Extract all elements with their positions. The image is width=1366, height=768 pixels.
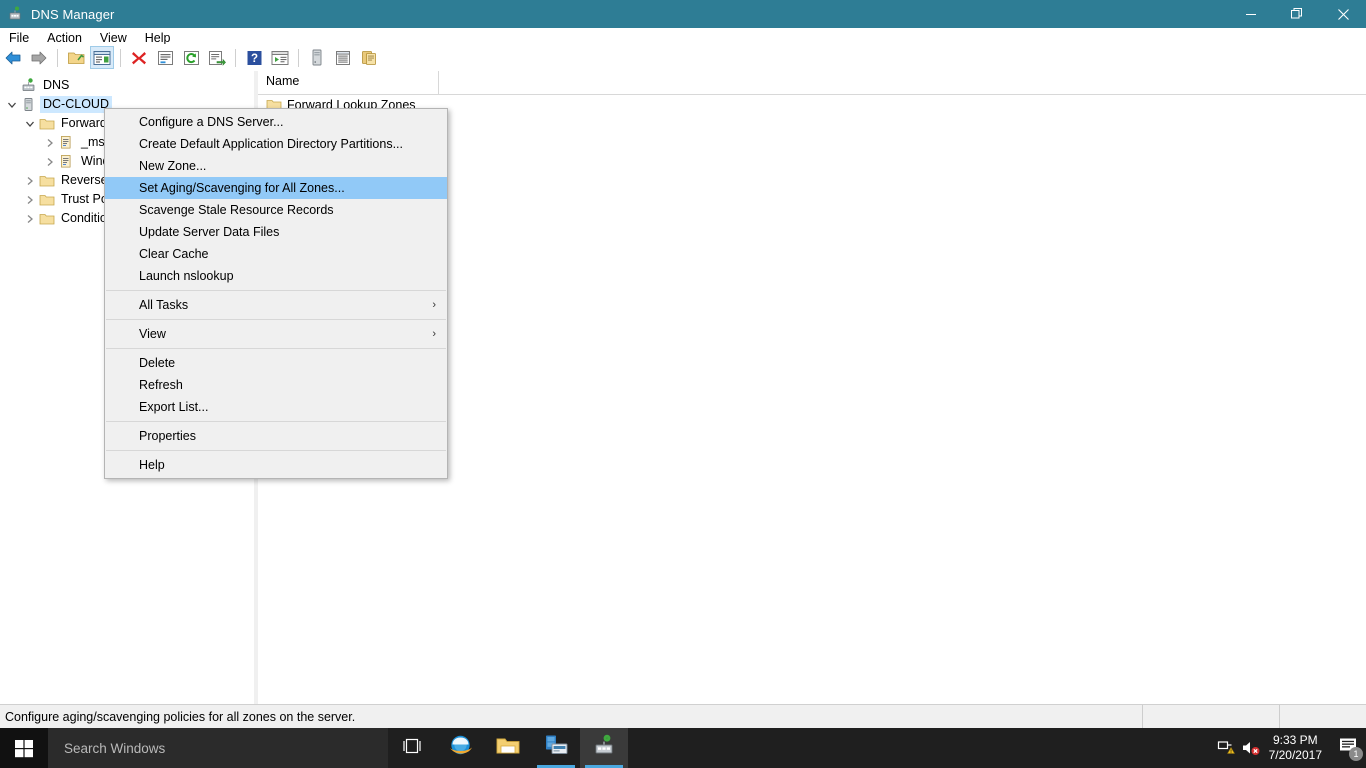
ctx-clear-cache[interactable]: Clear Cache — [105, 243, 447, 265]
context-menu-separator — [106, 421, 446, 422]
server-manager-button[interactable] — [532, 728, 580, 768]
ctx-item-label: View — [139, 327, 166, 341]
tree-node-dns[interactable]: DNS — [0, 76, 254, 95]
clock-date: 7/20/2017 — [1268, 748, 1322, 762]
tree-expander-open-icon[interactable] — [4, 95, 20, 114]
close-button[interactable] — [1320, 0, 1366, 28]
minimize-button[interactable] — [1228, 0, 1274, 28]
column-header-name[interactable]: Name — [258, 71, 439, 94]
context-menu-separator — [106, 319, 446, 320]
ctx-set-aging-scavenging[interactable]: Set Aging/Scavenging for All Zones... — [105, 177, 447, 199]
chevron-right-icon: › — [432, 299, 436, 311]
new-server-icon[interactable] — [305, 46, 329, 69]
ctx-launch-nslookup[interactable]: Launch nslookup — [105, 265, 447, 287]
ctx-delete[interactable]: Delete — [105, 352, 447, 374]
ctx-view[interactable]: View › — [105, 323, 447, 345]
dns-manager-window: DNS Manager File Action View Help ? DNS … — [0, 0, 1366, 768]
folder-icon — [38, 210, 55, 227]
context-menu-separator — [106, 450, 446, 451]
svg-text:?: ? — [250, 53, 257, 65]
refresh-icon[interactable] — [179, 46, 203, 69]
tree-node-label: DNS — [43, 78, 70, 92]
context-menu-separator — [106, 348, 446, 349]
clock-time: 9:33 PM — [1272, 733, 1318, 747]
file-explorer-icon — [495, 735, 521, 762]
search-placeholder: Search Windows — [64, 740, 166, 756]
tree-expander-closed-icon[interactable] — [22, 209, 38, 228]
toolbar-separator — [298, 48, 299, 67]
window-title: DNS Manager — [31, 6, 115, 22]
dns-manager-icon — [592, 734, 616, 763]
ctx-update-server-data-files[interactable]: Update Server Data Files — [105, 221, 447, 243]
list-header: Name — [258, 71, 1366, 95]
toolbar-separator — [235, 48, 236, 67]
tree-expander-closed-icon[interactable] — [42, 152, 58, 171]
toolbar-separator — [120, 48, 121, 67]
search-input[interactable]: Search Windows — [48, 728, 388, 768]
ctx-all-tasks[interactable]: All Tasks › — [105, 294, 447, 316]
copy-icon[interactable] — [357, 46, 381, 69]
ctx-create-default-app-dir-partitions[interactable]: Create Default Application Directory Par… — [105, 133, 447, 155]
tree-node-label: DC-CLOUD — [40, 96, 112, 113]
tree-expander-closed-icon[interactable] — [22, 171, 38, 190]
help-icon[interactable]: ? — [242, 46, 266, 69]
ctx-item-label: All Tasks — [139, 298, 189, 312]
toolbar: ? — [0, 44, 1366, 72]
server-icon — [20, 96, 37, 113]
dns-manager-icon — [7, 6, 23, 22]
show-hide-action-pane-icon[interactable] — [268, 46, 292, 69]
internet-explorer-button[interactable] — [436, 728, 484, 768]
ctx-properties[interactable]: Properties — [105, 425, 447, 447]
toolbar-separator — [57, 48, 58, 67]
status-cell-3 — [1279, 705, 1366, 729]
zone-icon — [58, 153, 75, 170]
windows-start-icon[interactable] — [0, 728, 48, 768]
server-manager-icon — [543, 734, 570, 763]
window-controls — [1228, 0, 1366, 28]
restore-button[interactable] — [1274, 0, 1320, 28]
properties-icon[interactable] — [153, 46, 177, 69]
ctx-export-list[interactable]: Export List... — [105, 396, 447, 418]
file-explorer-button[interactable] — [484, 728, 532, 768]
status-text: Configure aging/scavenging policies for … — [5, 710, 356, 724]
taskbar: Search Windows — [0, 728, 1366, 768]
up-one-level-folder-icon[interactable] — [64, 46, 88, 69]
ctx-configure-dns-server[interactable]: Configure a DNS Server... — [105, 111, 447, 133]
dns-manager-button[interactable] — [580, 728, 628, 768]
network-warning-icon[interactable] — [1215, 728, 1239, 768]
notification-badge: 1 — [1349, 747, 1363, 761]
task-view-button[interactable] — [388, 728, 436, 768]
ctx-scavenge-stale-records[interactable]: Scavenge Stale Resource Records — [105, 199, 447, 221]
forward-arrow-icon[interactable] — [27, 46, 51, 69]
context-menu[interactable]: Configure a DNS Server... Create Default… — [104, 108, 448, 479]
folder-icon — [38, 191, 55, 208]
task-view-icon — [401, 737, 423, 760]
tree-expander-closed-icon[interactable] — [42, 133, 58, 152]
chevron-right-icon: › — [432, 328, 436, 340]
action-center-button[interactable]: 1 — [1332, 728, 1366, 768]
volume-muted-icon[interactable] — [1239, 728, 1263, 768]
ctx-refresh[interactable]: Refresh — [105, 374, 447, 396]
list-view-icon[interactable] — [331, 46, 355, 69]
context-menu-separator — [106, 290, 446, 291]
system-tray: 9:33 PM 7/20/2017 1 — [1215, 728, 1366, 768]
zone-icon — [58, 134, 75, 151]
dns-root-icon — [20, 77, 37, 94]
show-hide-console-tree-icon[interactable] — [90, 46, 114, 69]
back-arrow-icon[interactable] — [1, 46, 25, 69]
ctx-new-zone[interactable]: New Zone... — [105, 155, 447, 177]
title-bar[interactable]: DNS Manager — [0, 0, 1366, 28]
status-cell-2 — [1142, 705, 1279, 729]
folder-icon — [38, 172, 55, 189]
clock[interactable]: 9:33 PM 7/20/2017 — [1263, 733, 1332, 763]
status-bar: Configure aging/scavenging policies for … — [0, 704, 1366, 729]
tree-expander-placeholder — [4, 76, 20, 95]
folder-icon — [38, 115, 55, 132]
internet-explorer-icon — [447, 732, 474, 764]
tree-expander-open-icon[interactable] — [22, 114, 38, 133]
ctx-help[interactable]: Help — [105, 454, 447, 476]
export-list-icon[interactable] — [205, 46, 229, 69]
tree-expander-closed-icon[interactable] — [22, 190, 38, 209]
delete-icon[interactable] — [127, 46, 151, 69]
